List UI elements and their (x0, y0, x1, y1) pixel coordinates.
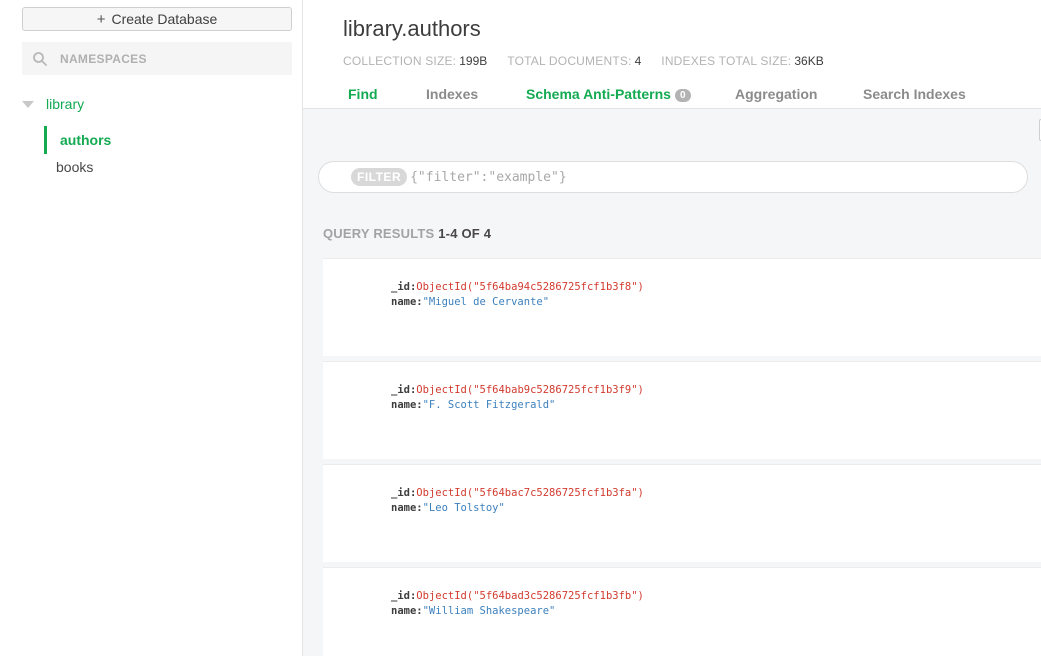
objectid-value: ObjectId("5f64ba94c5286725fcf1b3f8") (416, 281, 644, 293)
filter-bar[interactable]: FILTER (318, 161, 1028, 193)
tab-aggregation[interactable]: Aggregation (735, 86, 817, 102)
stat-value: 4 (634, 54, 642, 68)
objectid-value: ObjectId("5f64bab9c5286725fcf1b3f9") (416, 384, 644, 396)
document-id-line: _id:ObjectId("5f64bad3c5286725fcf1b3fb") (391, 590, 644, 602)
stat-value: 36KB (794, 54, 824, 68)
document-name-line: name:"William Shakespeare" (391, 605, 555, 617)
total-documents-stat: TOTAL DOCUMENTS: 4 (507, 54, 641, 68)
field-key: name: (391, 296, 423, 308)
field-key: _id: (391, 281, 417, 293)
string-value: "Miguel de Cervante" (422, 296, 550, 308)
string-value: "William Shakespeare" (422, 605, 556, 617)
document-name-line: name:"F. Scott Fitzgerald" (391, 399, 555, 411)
document-id-line: _id:ObjectId("5f64bab9c5286725fcf1b3f9") (391, 384, 644, 396)
field-key: name: (391, 605, 423, 617)
namespaces-placeholder: NAMESPACES (60, 51, 147, 66)
document-name-line: name:"Miguel de Cervante" (391, 296, 549, 308)
query-results-range: 1-4 OF 4 (438, 226, 492, 241)
string-value: "Leo Tolstoy" (422, 502, 505, 514)
tab-indexes[interactable]: Indexes (426, 86, 478, 102)
query-results-label: QUERY RESULTS (323, 226, 435, 241)
stat-label: COLLECTION SIZE: (343, 54, 457, 68)
stat-value: 199B (459, 54, 488, 68)
create-database-label: Create Database (111, 11, 218, 27)
stat-label: INDEXES TOTAL SIZE: (661, 54, 792, 68)
database-label: library (46, 96, 85, 112)
stat-label: TOTAL DOCUMENTS: (507, 54, 632, 68)
tab-find[interactable]: Find (348, 86, 378, 102)
objectid-value: ObjectId("5f64bac7c5286725fcf1b3fa") (416, 487, 644, 499)
count-badge: 0 (674, 89, 691, 102)
query-results-summary: QUERY RESULTS 1-4 OF 4 (323, 226, 491, 241)
field-key: _id: (391, 384, 417, 396)
field-key: _id: (391, 590, 417, 602)
indexes-total-size-stat: INDEXES TOTAL SIZE: 36KB (661, 54, 823, 68)
collection-header: library.authors COLLECTION SIZE: 199B TOT… (303, 0, 1041, 109)
document-card[interactable]: _id:ObjectId("5f64ba94c5286725fcf1b3f8")… (323, 258, 1041, 356)
collection-item-books[interactable]: books (44, 153, 93, 181)
database-item-library[interactable]: library (22, 94, 84, 114)
field-key: _id: (391, 487, 417, 499)
create-database-button[interactable]: + Create Database (22, 7, 292, 31)
objectid-value: ObjectId("5f64bad3c5286725fcf1b3fb") (416, 590, 644, 602)
document-id-line: _id:ObjectId("5f64bac7c5286725fcf1b3fa") (391, 487, 644, 499)
sidebar: + Create Database NAMESPACES library aut… (0, 0, 303, 656)
document-id-line: _id:ObjectId("5f64ba94c5286725fcf1b3f8") (391, 281, 644, 293)
collection-item-authors[interactable]: authors (44, 126, 111, 154)
plus-icon: + (96, 10, 106, 28)
collection-size-stat: COLLECTION SIZE: 199B (343, 54, 487, 68)
field-key: name: (391, 502, 423, 514)
field-key: name: (391, 399, 423, 411)
document-card[interactable]: _id:ObjectId("5f64bab9c5286725fcf1b3f9")… (323, 361, 1041, 459)
document-name-line: name:"Leo Tolstoy" (391, 502, 505, 514)
tab-schema-anti-patterns[interactable]: Schema Anti-Patterns 0 (526, 86, 691, 102)
filter-input[interactable] (410, 169, 1011, 185)
collection-stats: COLLECTION SIZE: 199B TOTAL DOCUMENTS: 4 I… (343, 54, 844, 68)
document-card[interactable]: _id:ObjectId("5f64bad3c5286725fcf1b3fb")… (323, 567, 1041, 656)
filter-label: FILTER (351, 168, 408, 186)
search-icon (33, 51, 47, 66)
document-card[interactable]: _id:ObjectId("5f64bac7c5286725fcf1b3fa")… (323, 464, 1041, 562)
main-panel: library.authors COLLECTION SIZE: 199B TOT… (303, 0, 1041, 656)
tab-search-indexes[interactable]: Search Indexes (863, 86, 966, 102)
tab-label: Schema Anti-Patterns (526, 86, 671, 102)
namespaces-filter[interactable]: NAMESPACES (22, 42, 292, 75)
string-value: "F. Scott Fitzgerald" (422, 399, 556, 411)
page-title: library.authors (343, 16, 481, 41)
caret-down-icon[interactable] (22, 100, 34, 108)
